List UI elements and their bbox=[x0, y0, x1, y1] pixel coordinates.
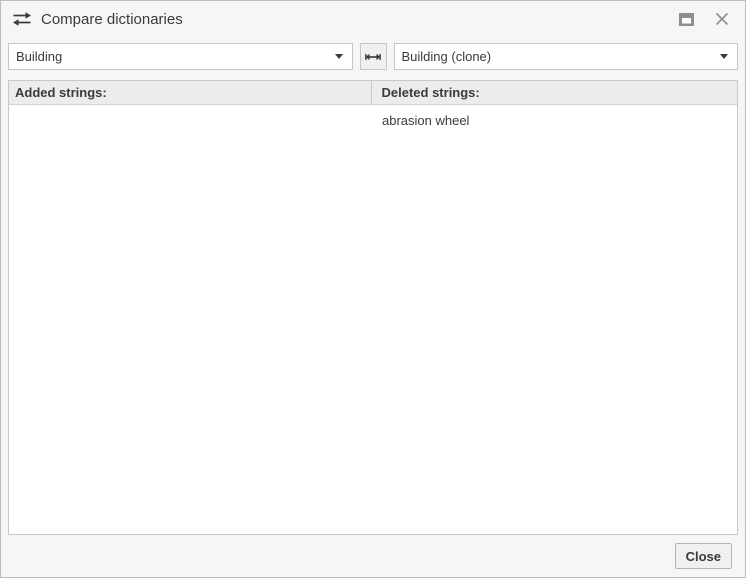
right-dictionary-value: Building (clone) bbox=[402, 49, 492, 64]
compare-panel-body: abrasion wheel bbox=[9, 105, 737, 534]
left-dictionary-value: Building bbox=[16, 49, 62, 64]
maximize-button[interactable] bbox=[677, 10, 695, 28]
compare-panel-header: Added strings: Deleted strings: bbox=[9, 81, 737, 105]
added-strings-header: Added strings: bbox=[9, 81, 371, 104]
titlebar: Compare dictionaries bbox=[1, 1, 745, 37]
caret-down-icon bbox=[720, 54, 728, 59]
left-dictionary-select[interactable]: Building bbox=[8, 43, 353, 70]
close-icon bbox=[715, 12, 729, 26]
deleted-strings-list: abrasion wheel bbox=[373, 105, 737, 534]
right-dictionary-select[interactable]: Building (clone) bbox=[394, 43, 739, 70]
added-strings-list bbox=[9, 105, 373, 534]
compare-arrows-icon bbox=[12, 11, 32, 27]
close-window-button[interactable] bbox=[713, 10, 731, 28]
dictionary-selector-row: Building Building (clone) bbox=[8, 43, 738, 70]
dialog-footer: Close bbox=[1, 535, 745, 577]
maximize-icon bbox=[679, 13, 694, 26]
swap-dictionaries-button[interactable] bbox=[360, 43, 387, 70]
close-button[interactable]: Close bbox=[675, 543, 732, 569]
deleted-strings-header: Deleted strings: bbox=[371, 81, 738, 104]
left-right-arrow-icon bbox=[365, 51, 381, 63]
list-item[interactable]: abrasion wheel bbox=[373, 111, 737, 131]
compare-panel: Added strings: Deleted strings: abrasion… bbox=[8, 80, 738, 535]
window-title: Compare dictionaries bbox=[41, 11, 183, 28]
caret-down-icon bbox=[335, 54, 343, 59]
compare-dictionaries-dialog: Compare dictionaries Building bbox=[0, 0, 746, 578]
